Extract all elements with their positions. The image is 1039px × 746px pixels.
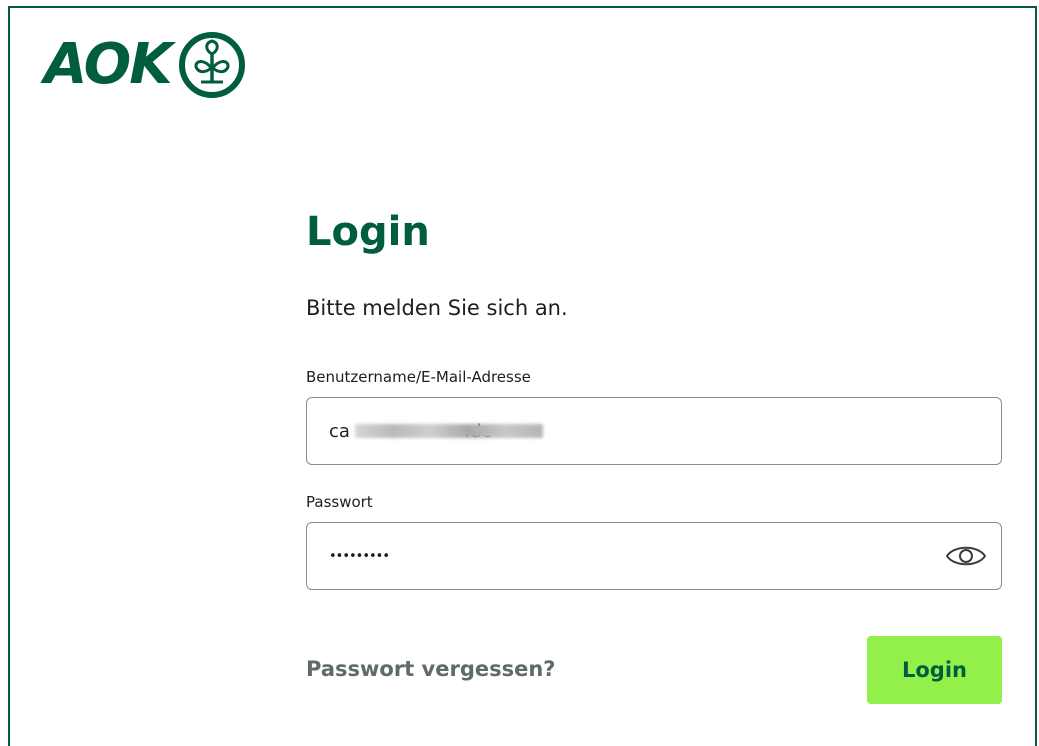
username-field[interactable] — [306, 397, 1002, 465]
login-subtitle: Bitte melden Sie sich an. — [306, 296, 568, 320]
password-label: Passwort — [306, 493, 373, 511]
aok-tree-emblem-icon — [178, 32, 245, 98]
login-button[interactable]: Login — [867, 636, 1002, 704]
password-input[interactable] — [329, 523, 929, 589]
redacted-text — [355, 424, 543, 438]
forgot-password-link[interactable]: Passwort vergessen? — [306, 657, 555, 681]
login-page: AOK Login Bitte melden Sie sich an. Benu… — [8, 6, 1037, 746]
eye-icon[interactable] — [945, 541, 987, 571]
page-title: Login — [306, 209, 430, 255]
logo-wordmark: AOK — [44, 32, 173, 97]
username-label: Benutzername/E-Mail-Adresse — [306, 368, 531, 386]
password-field[interactable] — [306, 522, 1002, 590]
aok-logo: AOK — [44, 30, 247, 100]
